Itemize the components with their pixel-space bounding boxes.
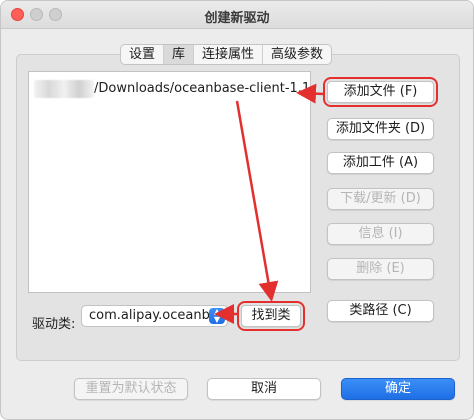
driver-class-combobox[interactable]: com.alipay.oceanbase ▲▼ xyxy=(81,305,228,327)
info-button[interactable]: 信息 (I) xyxy=(327,223,434,245)
add-artifact-button[interactable]: 添加工件 (A) xyxy=(327,152,434,174)
reset-default-button[interactable]: 重置为默认状态 xyxy=(74,378,188,400)
add-folder-button[interactable]: 添加文件夹 (D) xyxy=(327,118,434,140)
chevron-updown-icon[interactable]: ▲ ▼ xyxy=(209,308,225,324)
driver-class-value: com.alipay.oceanbase xyxy=(89,308,209,323)
title-bar: 创建新驱动 xyxy=(1,1,473,29)
find-class-button[interactable]: 找到类 xyxy=(237,301,305,331)
ok-button[interactable]: 确定 xyxy=(341,378,455,400)
download-update-button[interactable]: 下载/更新 (D) xyxy=(327,188,434,210)
classpath-button[interactable]: 类路径 (C) xyxy=(327,300,434,322)
create-driver-dialog: 创建新驱动 设置 库 连接属性 高级参数 /Downloads/oceanbas… xyxy=(0,0,474,420)
window-title: 创建新驱动 xyxy=(204,11,270,26)
tab-advanced-parameters[interactable]: 高级参数 xyxy=(263,45,331,64)
tab-connection-properties[interactable]: 连接属性 xyxy=(194,45,264,64)
delete-button[interactable]: 删除 (E) xyxy=(327,258,434,280)
add-file-button[interactable]: 添加文件 (F) xyxy=(323,77,438,107)
library-file-path: /Downloads/oceanbase-client-1.1.7.jar xyxy=(94,81,311,96)
tab-bar: 设置 库 连接属性 高级参数 xyxy=(120,44,333,65)
tab-library[interactable]: 库 xyxy=(164,45,195,64)
cancel-button[interactable]: 取消 xyxy=(207,378,321,400)
driver-class-label: 驱动类: xyxy=(32,317,76,332)
tab-settings[interactable]: 设置 xyxy=(121,45,165,64)
library-file-list[interactable]: /Downloads/oceanbase-client-1.1.7.jar xyxy=(28,71,311,293)
redacted-path-prefix xyxy=(34,80,94,98)
